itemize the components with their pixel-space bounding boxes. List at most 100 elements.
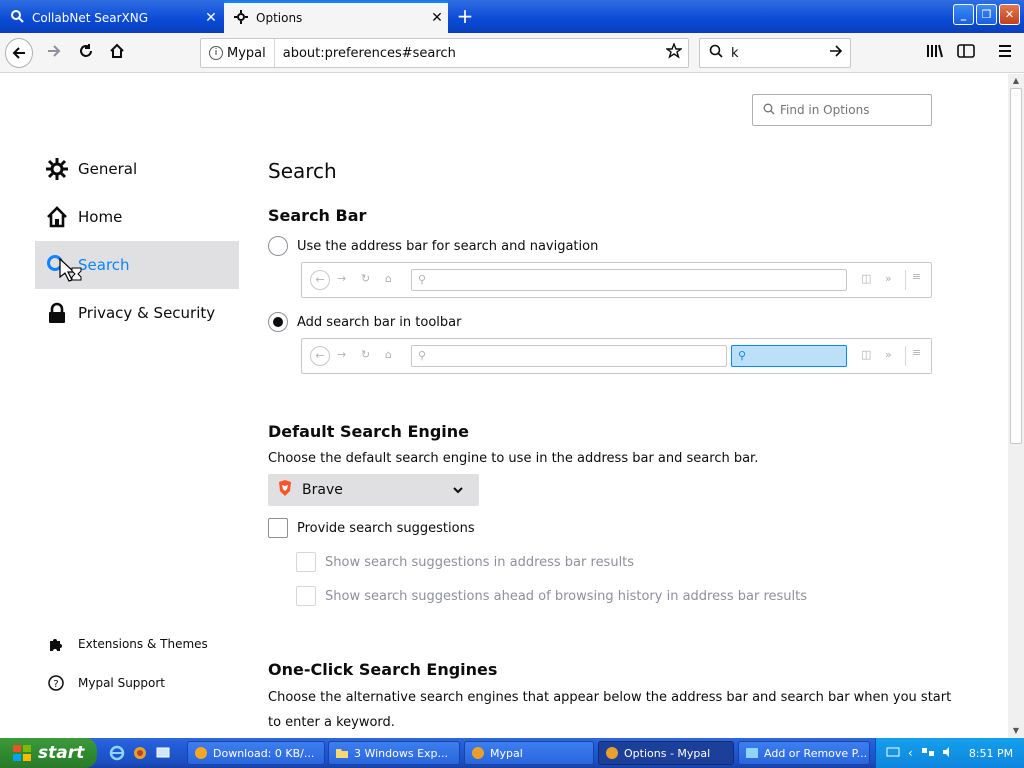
tray-expand-icon[interactable]: ‹ (908, 746, 913, 760)
category-label: Search (78, 256, 130, 274)
taskbar-item-label: Download: 0 KB/... (213, 746, 315, 760)
tab-searxng[interactable]: CollabNet SearXNG ✕ (0, 2, 222, 33)
preview-search-field: ⚲ (731, 345, 847, 367)
restore-button[interactable]: ❐ (976, 4, 997, 25)
extensions-themes-link[interactable]: Extensions & Themes (48, 636, 208, 652)
radio-button[interactable] (268, 236, 288, 256)
start-button[interactable]: start (0, 738, 97, 768)
radio-button-selected[interactable] (268, 312, 288, 332)
address-bar-preview: ← → ↻ ⌂ ⚲ ◫ » ≡ (301, 262, 932, 298)
forward-button[interactable] (40, 39, 68, 67)
home-icon: ⌂ (385, 272, 392, 285)
scroll-down-icon[interactable]: ▼ (1008, 724, 1024, 738)
reload-icon: ↻ (361, 272, 371, 285)
one-click-description-line1: Choose the alternative search engines th… (268, 690, 952, 705)
tab-close-icon[interactable]: ✕ (426, 10, 448, 26)
folder-icon (335, 746, 349, 760)
footer-link-label: Extensions & Themes (78, 637, 208, 651)
category-home[interactable]: Home (35, 193, 239, 241)
taskbar-item-download[interactable]: Download: 0 KB/... (187, 741, 325, 765)
keyboard-icon[interactable] (886, 746, 900, 761)
go-arrow-icon[interactable] (828, 43, 844, 63)
default-engine-dropdown[interactable]: Brave (268, 474, 479, 506)
bookmark-star-icon[interactable] (664, 42, 684, 63)
find-placeholder: Find in Options (780, 103, 870, 117)
mouse-cursor-icon (59, 257, 83, 288)
back-arrow-icon: ← (310, 270, 330, 290)
taskbar-item-options-mypal[interactable]: Options - Mypal (598, 741, 734, 765)
library-button[interactable] (921, 39, 949, 67)
search-icon: ⚲ (418, 349, 427, 362)
page-title: Search (268, 159, 337, 183)
home-icon (109, 43, 125, 63)
network-icon[interactable] (921, 746, 935, 761)
search-icon: ⚲ (418, 273, 427, 286)
radio-label: Add search bar in toolbar (297, 314, 462, 330)
taskbar-item-add-remove[interactable]: Add or Remove P... (738, 741, 870, 765)
suggest-address-bar-checkbox: Show search suggestions in address bar r… (296, 552, 634, 572)
taskbar-item-windows-explorer[interactable]: 3 Windows Exp... (328, 741, 460, 765)
mypal-support-link[interactable]: ? Mypal Support (48, 675, 165, 691)
control-panel-icon (745, 746, 759, 760)
tab-bar: CollabNet SearXNG ✕ Options ✕ + _ ❐ ✕ (0, 0, 1024, 33)
category-privacy-security[interactable]: Privacy & Security (35, 289, 239, 337)
taskbar-item-label: Mypal (490, 746, 523, 760)
toolbar-search-bar[interactable]: k (699, 38, 851, 68)
radio-address-bar[interactable]: Use the address bar for search and navig… (268, 236, 598, 256)
reload-button[interactable] (72, 39, 100, 67)
vertical-scrollbar[interactable]: ▲ ▼ (1008, 74, 1024, 738)
radio-toolbar-search[interactable]: Add search bar in toolbar (268, 312, 461, 332)
address-bar[interactable]: i Mypal about:preferences#search (200, 38, 689, 68)
lock-icon (45, 301, 69, 325)
provide-suggestions-checkbox[interactable]: Provide search suggestions (268, 518, 475, 538)
back-arrow-icon (5, 38, 33, 68)
overflow-icon: » (885, 272, 892, 285)
nav-bar: i Mypal about:preferences#search k (0, 33, 1024, 73)
tab-close-icon[interactable]: ✕ (200, 10, 222, 26)
gear-icon (45, 157, 69, 181)
category-general[interactable]: General (35, 145, 239, 193)
selected-engine: Brave (302, 482, 343, 498)
searxng-favicon-icon (10, 9, 24, 26)
volume-icon[interactable] (941, 746, 955, 761)
tab-options[interactable]: Options ✕ (224, 1, 448, 33)
chevron-down-icon (453, 482, 463, 498)
forward-arrow-icon (46, 43, 62, 63)
back-button[interactable] (5, 38, 33, 68)
site-identity[interactable]: i Mypal (201, 39, 275, 67)
close-window-button[interactable]: ✕ (999, 4, 1020, 25)
search-icon: ⚲ (738, 349, 747, 362)
category-label: Home (78, 208, 123, 226)
scroll-thumb[interactable] (1010, 88, 1022, 444)
windows-logo-icon (12, 744, 32, 762)
checkbox (296, 586, 316, 606)
checkbox[interactable] (268, 518, 288, 538)
clock[interactable]: 8:51 PM (969, 747, 1013, 760)
footer-link-label: Mypal Support (78, 676, 166, 690)
taskbar-item-label: Add or Remove P... (764, 746, 868, 760)
scroll-up-icon[interactable]: ▲ (1008, 74, 1024, 88)
url-text[interactable]: about:preferences#search (275, 46, 666, 61)
category-label: Privacy & Security (78, 304, 216, 322)
internet-explorer-icon[interactable] (108, 744, 126, 762)
browser-window: CollabNet SearXNG ✕ Options ✕ + _ ❐ ✕ i … (0, 0, 1024, 768)
taskbar-item-mypal[interactable]: Mypal (464, 741, 594, 765)
checkbox-label: Show search suggestions in address bar r… (325, 554, 635, 570)
category-label: General (78, 160, 138, 178)
sidebar-icon: ◫ (861, 348, 872, 361)
home-button[interactable] (103, 39, 131, 67)
menu-button[interactable] (991, 39, 1019, 67)
mypal-icon (471, 746, 485, 760)
find-in-options-input[interactable]: Find in Options (752, 94, 932, 126)
new-tab-button[interactable]: + (452, 4, 478, 30)
search-icon (709, 44, 723, 62)
preferences-page: Find in Options General Home Search Priv… (0, 74, 1008, 738)
search-query[interactable]: k (723, 46, 828, 61)
start-label: start (38, 743, 85, 763)
show-desktop-icon[interactable] (154, 744, 172, 762)
forward-arrow-icon: → (337, 272, 347, 285)
radio-label: Use the address bar for search and navig… (297, 238, 599, 254)
minimize-button[interactable]: _ (953, 4, 974, 25)
mypal-quicklaunch-icon[interactable] (131, 744, 149, 762)
sidebar-button[interactable] (952, 39, 980, 67)
